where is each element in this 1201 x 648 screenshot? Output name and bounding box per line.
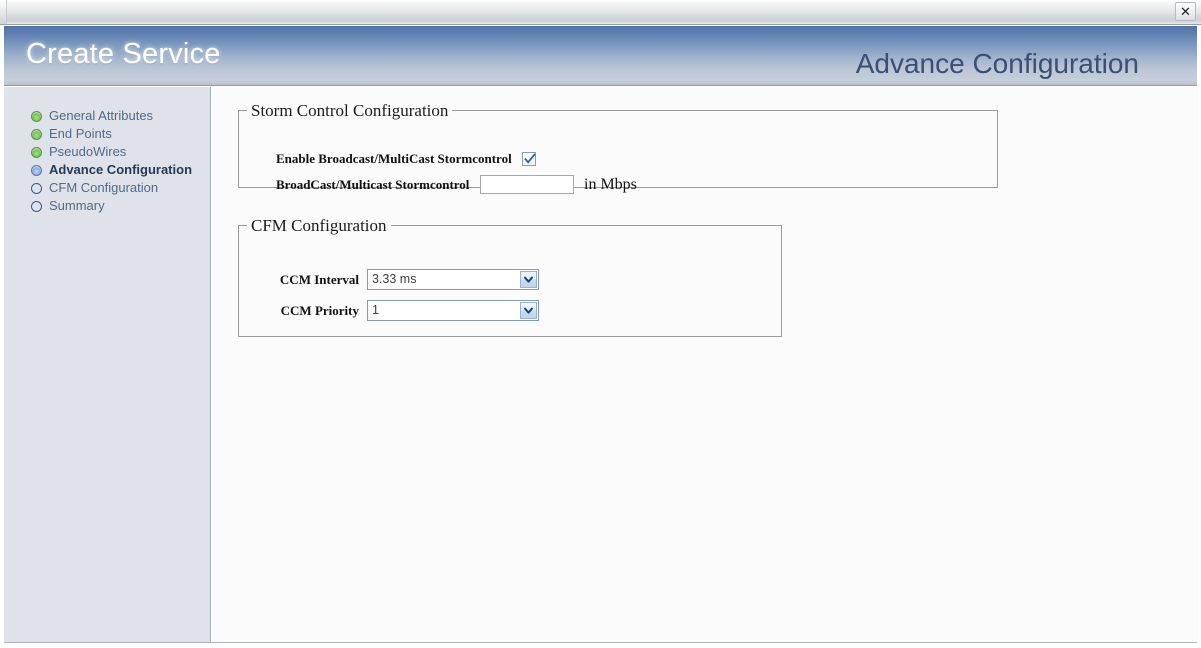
sidebar-item-label: General Attributes xyxy=(49,108,154,123)
step-status-icon xyxy=(31,165,42,176)
page-title: Create Service xyxy=(26,38,221,70)
sidebar-item-pseudowires[interactable]: PseudoWires xyxy=(5,143,211,161)
main-form-area: Storm Control Configuration Enable Broad… xyxy=(212,87,1198,642)
step-status-icon xyxy=(31,129,42,140)
titlebar-grip xyxy=(0,0,7,24)
step-status-icon xyxy=(31,183,42,194)
sidebar-item-label: Summary xyxy=(49,198,105,213)
sidebar-item-label: End Points xyxy=(49,126,112,141)
checkmark-icon xyxy=(523,153,536,164)
storm-control-panel: Storm Control Configuration Enable Broad… xyxy=(238,101,998,194)
sidebar-item-summary[interactable]: Summary xyxy=(5,197,211,215)
ccm-priority-value: 1 xyxy=(372,303,379,317)
sidebar-item-cfm-configuration[interactable]: CFM Configuration xyxy=(5,179,211,197)
sidebar-item-advance-configuration[interactable]: Advance Configuration xyxy=(5,161,211,179)
wizard-step-list: General Attributes End Points PseudoWire… xyxy=(5,107,211,215)
stormcontrol-rate-row: BroadCast/Multicast Stormcontrol in Mbps xyxy=(276,175,637,194)
enable-stormcontrol-checkbox[interactable] xyxy=(521,152,536,166)
sidebar-item-label: Advance Configuration xyxy=(49,162,193,177)
step-status-icon xyxy=(31,147,42,158)
window-titlebar: ✕ xyxy=(0,0,1201,25)
stormcontrol-rate-label: BroadCast/Multicast Stormcontrol xyxy=(276,176,470,192)
sidebar-item-label: CFM Configuration xyxy=(49,180,159,195)
step-status-icon xyxy=(31,111,42,122)
wizard-sidebar: General Attributes End Points PseudoWire… xyxy=(5,87,211,642)
cfm-configuration-panel: CFM Configuration CCM Interval 3.33 ms C… xyxy=(238,217,782,337)
page-banner: Create Service Advance Configuration xyxy=(4,26,1197,86)
ccm-priority-label: CCM Priority xyxy=(280,302,359,318)
ccm-interval-value: 3.33 ms xyxy=(372,272,417,286)
sidebar-item-general-attributes[interactable]: General Attributes xyxy=(5,107,211,125)
sidebar-item-end-points[interactable]: End Points xyxy=(5,125,211,143)
cfm-configuration-legend: CFM Configuration xyxy=(251,216,387,235)
titlebar-highlight xyxy=(0,0,1201,1)
ccm-interval-label: CCM Interval xyxy=(279,271,359,287)
ccm-priority-row: CCM Priority 1 xyxy=(279,300,539,321)
enable-stormcontrol-label: Enable Broadcast/MultiCast Stormcontrol xyxy=(276,151,512,166)
content-area: General Attributes End Points PseudoWire… xyxy=(4,87,1198,643)
ccm-interval-select[interactable]: 3.33 ms xyxy=(367,269,539,290)
sidebar-item-label: PseudoWires xyxy=(49,144,127,159)
chevron-down-icon[interactable] xyxy=(520,302,537,319)
page-step-title: Advance Configuration xyxy=(855,48,1139,79)
storm-control-legend: Storm Control Configuration xyxy=(251,101,449,120)
enable-stormcontrol-row: Enable Broadcast/MultiCast Stormcontrol xyxy=(276,151,536,167)
ccm-priority-select[interactable]: 1 xyxy=(367,300,539,321)
ccm-interval-row: CCM Interval 3.33 ms xyxy=(279,269,539,290)
close-icon[interactable]: ✕ xyxy=(1175,2,1196,21)
stormcontrol-rate-input[interactable] xyxy=(480,175,574,194)
chevron-down-icon[interactable] xyxy=(520,271,537,288)
create-service-window: ✕ Create Service Advance Configuration G… xyxy=(0,0,1201,648)
stormcontrol-rate-unit: in Mbps xyxy=(584,175,637,193)
step-status-icon xyxy=(31,201,42,212)
